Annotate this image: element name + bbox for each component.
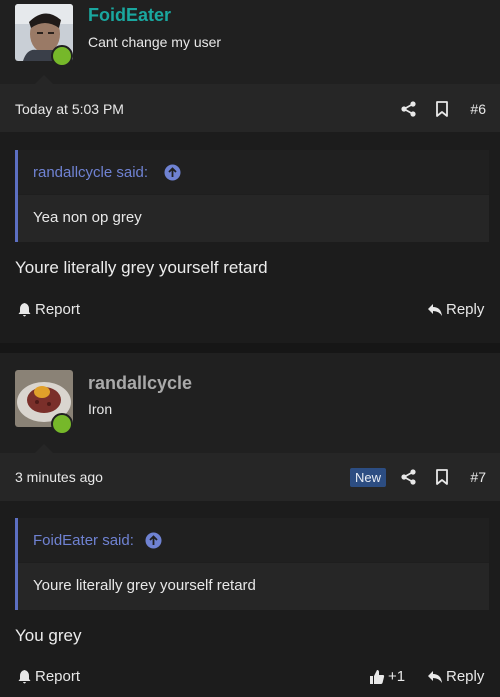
arrow-up-circle-icon[interactable] <box>145 532 162 549</box>
username[interactable]: randallcycle <box>88 373 192 394</box>
user-title: Iron <box>88 401 113 417</box>
quote-author[interactable]: randallcycle said: <box>33 164 148 181</box>
report-button[interactable]: Report <box>17 668 80 685</box>
reply-icon <box>428 670 442 683</box>
new-badge: New <box>350 468 387 487</box>
quote-body: Yea non op grey <box>18 195 489 242</box>
reply-label: Reply <box>446 668 485 685</box>
reaction-button[interactable]: +1 <box>369 668 405 685</box>
post-timestamp[interactable]: 3 minutes ago <box>15 469 103 485</box>
reply-label: Reply <box>446 301 485 318</box>
reply-button[interactable]: Reply <box>427 668 484 685</box>
reply-button[interactable]: Reply <box>427 301 484 318</box>
report-button[interactable]: Report <box>17 301 80 318</box>
reply-icon <box>428 303 442 316</box>
arrow-up-circle-icon[interactable] <box>164 164 181 181</box>
post-header: FoidEater Cant change my user <box>0 0 500 84</box>
flag-icon <box>18 670 31 684</box>
post-number[interactable]: #7 <box>470 469 486 485</box>
flag-icon <box>18 303 31 317</box>
share-icon[interactable] <box>400 100 418 118</box>
report-label: Report <box>35 301 81 318</box>
reaction-count: +1 <box>388 668 406 685</box>
online-status-icon <box>51 45 73 67</box>
post-message: You grey <box>15 626 82 645</box>
share-icon[interactable] <box>400 468 418 486</box>
post-meta-bar: 3 minutes ago New #7 <box>0 453 500 501</box>
caret-decoration <box>35 75 53 84</box>
quote-body: Youre literally grey yourself retard <box>18 563 489 610</box>
quote-header: FoidEater said: <box>18 518 489 563</box>
quote-text: Yea non op grey <box>33 209 142 226</box>
bookmark-icon[interactable] <box>433 100 451 118</box>
username[interactable]: FoidEater <box>88 5 171 26</box>
post-divider <box>0 343 500 353</box>
bookmark-icon[interactable] <box>433 468 451 486</box>
quote-block: randallcycle said: Yea non op grey <box>15 150 489 242</box>
report-label: Report <box>35 668 81 685</box>
quote-header: randallcycle said: <box>18 150 489 195</box>
post-header: randallcycle Iron <box>0 353 500 453</box>
caret-decoration <box>35 444 53 453</box>
thumbs-up-icon <box>370 669 385 684</box>
post-timestamp[interactable]: Today at 5:03 PM <box>15 101 124 117</box>
post-meta-bar: Today at 5:03 PM #6 <box>0 84 500 132</box>
user-title: Cant change my user <box>88 34 222 50</box>
quote-text: Youre literally grey yourself retard <box>33 577 256 594</box>
post-message: Youre literally grey yourself retard <box>15 258 268 277</box>
quote-block: FoidEater said: Youre literally grey you… <box>15 518 489 610</box>
online-status-icon <box>51 413 73 435</box>
quote-author[interactable]: FoidEater said: <box>33 532 134 549</box>
post-number[interactable]: #6 <box>470 101 486 117</box>
